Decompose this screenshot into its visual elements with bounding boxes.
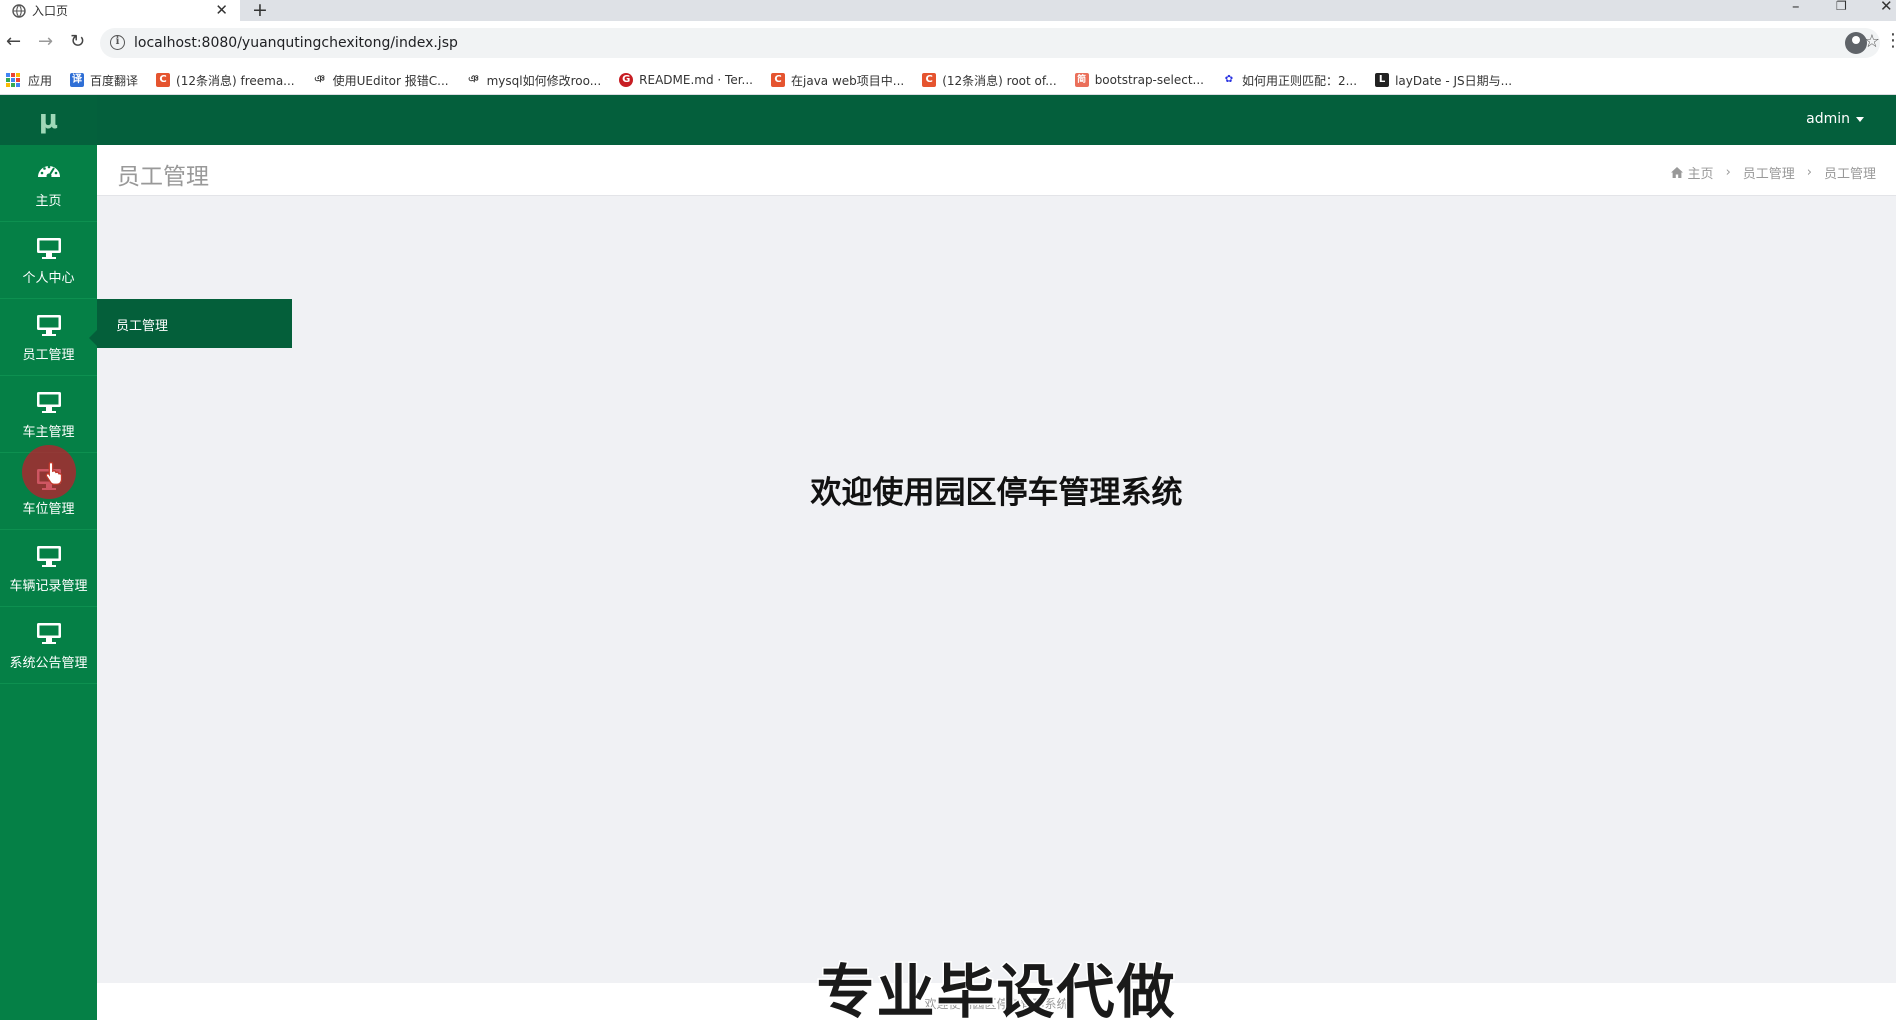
submenu-employees[interactable]: 员工管理 — [97, 299, 292, 348]
welcome-heading: 欢迎使用园区停车管理系统 — [810, 475, 1183, 511]
reload-icon[interactable]: ↻ — [70, 31, 85, 52]
breadcrumb: 主页 › 员工管理 › 员工管理 — [1670, 163, 1876, 182]
forward-arrow-icon[interactable]: → — [38, 31, 53, 52]
sidebar-item-label: 车位管理 — [22, 502, 75, 517]
browser-tabstrip: 入口页 ✕ + – ❐ ✕ — [0, 0, 1896, 21]
csdn-icon: C — [922, 73, 937, 87]
sidebar-item-employees[interactable]: 员工管理 — [0, 299, 98, 376]
bookmark-item[interactable]: C 在java web项目中... — [771, 72, 904, 89]
cnblogs-icon: ঞ — [314, 74, 325, 85]
monitor-icon — [36, 623, 61, 644]
chevron-right-icon: › — [1806, 165, 1812, 180]
monitor-icon — [36, 546, 61, 567]
sidebar-item-label: 员工管理 — [22, 348, 75, 363]
jianshu-icon: 简 — [1074, 73, 1089, 87]
bookmark-item[interactable]: ✿ 如何用正则匹配：2... — [1222, 72, 1357, 89]
bookmark-item[interactable]: ঞ mysql如何修改roo... — [467, 72, 601, 89]
sidebar-item-label: 系统公告管理 — [9, 656, 88, 671]
apps-icon — [6, 73, 20, 87]
breadcrumb-current: 员工管理 — [1823, 167, 1876, 182]
top-navbar: admin — [97, 95, 1896, 145]
breadcrumb-home[interactable]: 主页 — [1688, 163, 1714, 182]
watermark-overlay: 专业毕设代做 — [815, 957, 1177, 1020]
csdn-icon: C — [156, 73, 171, 87]
chevron-right-icon: › — [1725, 165, 1731, 180]
address-bar[interactable]: i localhost:8080/yuanqutingchexitong/ind… — [100, 28, 1880, 58]
sidebar-item-car-owners[interactable]: 车主管理 — [0, 376, 97, 453]
minimize-icon[interactable]: – — [1792, 0, 1800, 15]
app-logo[interactable]: μ — [0, 95, 97, 145]
username: admin — [1806, 111, 1850, 127]
bookmark-item[interactable]: C (12条消息) root of... — [922, 72, 1057, 89]
monitor-icon — [36, 392, 61, 413]
dashboard-icon — [37, 165, 60, 179]
sidebar-item-label: 车主管理 — [22, 425, 75, 440]
new-tab-button[interactable]: + — [252, 0, 268, 21]
bookmark-item[interactable]: 简 bootstrap-select... — [1074, 73, 1204, 87]
monitor-icon — [36, 238, 61, 259]
caret-down-icon — [1856, 116, 1864, 122]
info-icon[interactable]: i — [110, 35, 125, 50]
browser-toolbar: ← → ↻ i localhost:8080/yuanqutingchexito… — [0, 21, 1896, 66]
profile-avatar-icon[interactable] — [1845, 32, 1867, 54]
bookmark-item[interactable]: ঞ 使用UEditor 报错C... — [313, 72, 448, 89]
sidebar-item-home[interactable]: 主页 — [0, 145, 97, 222]
gitee-icon: G — [619, 73, 634, 87]
home-icon — [1670, 167, 1683, 178]
breadcrumb-item[interactable]: 员工管理 — [1743, 163, 1795, 182]
url-text[interactable]: localhost:8080/yuanqutingchexitong/index… — [134, 35, 458, 51]
app-root: μ 主页 个人中心 员工管理 车主管理 车位管理 车辆记录管理 系统公告管理 a… — [0, 95, 1896, 1020]
submenu-item-employee-management[interactable]: 员工管理 — [116, 319, 168, 334]
baidu-paw-icon: ✿ — [1224, 74, 1234, 85]
tab-title: 入口页 — [32, 4, 69, 18]
sidebar-item-vehicle-records[interactable]: 车辆记录管理 — [0, 530, 97, 607]
baidu-translate-icon: 译 — [70, 73, 85, 87]
user-dropdown[interactable]: admin — [1806, 111, 1864, 127]
monitor-icon — [36, 315, 61, 336]
sidebar-item-announcements[interactable]: 系统公告管理 — [0, 607, 97, 684]
browser-tab[interactable]: 入口页 ✕ — [0, 0, 240, 21]
cnblogs-icon: ঞ — [468, 74, 479, 85]
hand-cursor-icon — [45, 461, 63, 485]
sidebar-item-profile[interactable]: 个人中心 — [0, 222, 97, 299]
bookmarks-bar: 应用 译 百度翻译 C (12条消息) freema... ঞ 使用UEdito… — [0, 66, 1896, 95]
bookmark-item[interactable]: G README.md · Ter... — [619, 73, 753, 87]
menu-kebab-icon[interactable]: ⋮ — [1884, 30, 1896, 51]
sidebar-item-label: 个人中心 — [22, 271, 75, 286]
layui-icon: L — [1375, 73, 1390, 87]
close-tab-icon[interactable]: ✕ — [215, 1, 228, 19]
bookmark-item[interactable]: C (12条消息) freema... — [156, 72, 295, 89]
page-title: 员工管理 — [117, 164, 209, 190]
csdn-icon: C — [771, 73, 785, 87]
sidebar-item-label: 车辆记录管理 — [9, 579, 88, 594]
bookmark-item[interactable]: L layDate - JS日期与... — [1375, 72, 1512, 89]
restore-icon[interactable]: ❐ — [1836, 0, 1847, 13]
back-arrow-icon[interactable]: ← — [6, 31, 21, 52]
bookmark-item[interactable]: 译 百度翻译 — [70, 72, 138, 89]
close-window-icon[interactable]: ✕ — [1880, 0, 1893, 15]
content-header: 员工管理 主页 › 员工管理 › 员工管理 — [97, 145, 1896, 196]
sidebar-item-label: 主页 — [35, 194, 62, 209]
bookmark-item[interactable]: 应用 — [6, 72, 52, 89]
globe-icon — [12, 3, 26, 18]
sidebar: μ 主页 个人中心 员工管理 车主管理 车位管理 车辆记录管理 系统公告管理 — [0, 95, 98, 1020]
